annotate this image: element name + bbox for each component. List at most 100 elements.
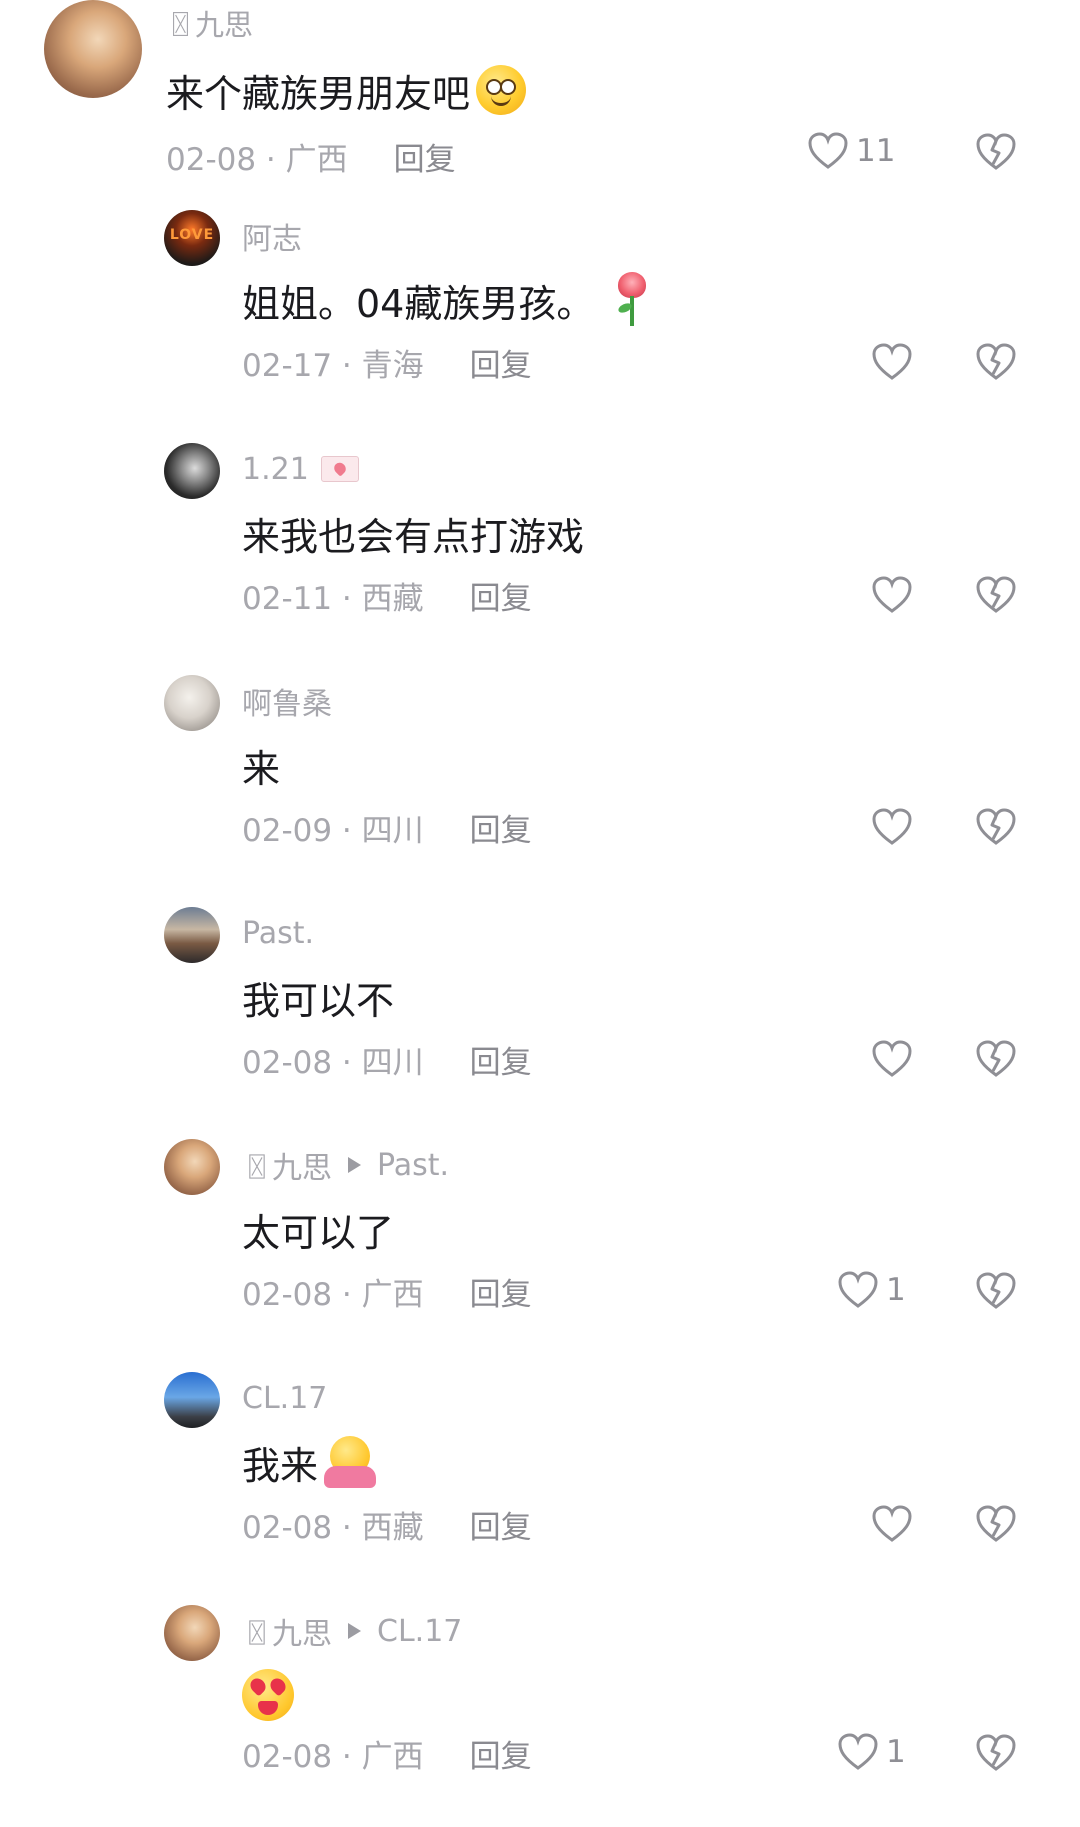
avatar-label: LOVE [169, 226, 215, 243]
reply-item: 1.21 来我也会有点打游戏 02-11 · 西藏 回复 [0, 443, 1080, 643]
like-button[interactable] [872, 808, 920, 846]
broken-heart-icon [976, 1040, 1016, 1078]
dislike-button[interactable] [976, 576, 1016, 616]
like-button[interactable] [872, 1505, 920, 1543]
username[interactable]: 〿九思 [242, 1609, 332, 1653]
comment-text: 姐姐。04藏族男孩。 [242, 281, 595, 326]
broken-heart-icon [976, 1734, 1016, 1772]
reply-button[interactable]: 回复 [470, 1502, 532, 1547]
broken-heart-icon [976, 576, 1016, 614]
reply-item: CL.17 我来 02-08 · 西藏 回复 [0, 1372, 1080, 1572]
reply-arrow-icon [348, 1157, 361, 1173]
username[interactable]: 阿志 [242, 214, 302, 258]
comment-text: 来 [242, 746, 281, 791]
comment-meta: 02-08 · 四川 回复 [242, 1036, 532, 1082]
reply-to-username[interactable]: CL.17 [377, 1614, 462, 1649]
avatar[interactable] [164, 443, 220, 499]
comment-meta: 02-08 · 西藏 回复 [242, 1501, 532, 1547]
reply-arrow-icon [348, 1623, 361, 1639]
like-count: 1 [886, 1734, 906, 1770]
comment-username-row: 1.21 [242, 447, 359, 491]
heart-icon [872, 576, 912, 614]
like-button[interactable] [872, 343, 920, 381]
username[interactable]: CL.17 [242, 1381, 327, 1416]
reply-item: 啊鲁桑 来 02-09 · 四川 回复 [0, 675, 1080, 875]
date-location: 02-08 · 西藏 [242, 1509, 424, 1546]
username[interactable]: 啊鲁桑 [242, 679, 332, 723]
reply-button[interactable]: 回复 [470, 1269, 532, 1314]
comment-text-row: 姐姐。04藏族男孩。 [242, 272, 650, 328]
comment-username-row: 〿九思 [166, 0, 253, 46]
avatar[interactable] [44, 0, 142, 98]
reply-button[interactable]: 回复 [470, 573, 532, 618]
comment-text-row: 我来 [242, 1434, 377, 1490]
reply-button[interactable]: 回复 [394, 134, 456, 179]
date-location: 02-09 · 四川 [242, 812, 424, 849]
dislike-button[interactable] [976, 343, 1016, 383]
love-letter-icon [320, 456, 359, 482]
date-location: 02-08 · 四川 [242, 1044, 424, 1081]
comment-meta: 02-08 · 广西 回复 [242, 1730, 532, 1776]
comment-text: 我来 [242, 1443, 319, 1488]
grinning-squint-emoji [476, 65, 527, 115]
dislike-button[interactable] [976, 808, 1016, 848]
like-button[interactable]: 1 [838, 1271, 906, 1309]
like-button[interactable] [872, 576, 920, 614]
dislike-button[interactable] [976, 1040, 1016, 1080]
reply-button[interactable]: 回复 [470, 1037, 532, 1082]
like-count: 1 [886, 1272, 906, 1308]
reply-to-username[interactable]: Past. [377, 1148, 449, 1183]
reply-item: Past. 我可以不 02-08 · 四川 回复 [0, 907, 1080, 1107]
comment-meta: 02-08 · 广西 回复 [242, 1268, 532, 1314]
comment-username-row: Past. [242, 911, 314, 955]
comment-meta: 02-17 · 青海 回复 [242, 339, 532, 385]
username[interactable]: 〿九思 [242, 1143, 332, 1187]
comment-username-row: 〿九思 CL.17 [242, 1609, 462, 1653]
reply-item: 〿九思 CL.17 02-08 · 广西 回复 1 [0, 1605, 1080, 1815]
avatar[interactable] [164, 675, 220, 731]
heart-icon [838, 1733, 878, 1771]
comment-username-row: 阿志 [242, 214, 302, 258]
date-location: 02-17 · 青海 [242, 347, 424, 384]
comment-text: 太可以了 [242, 1210, 395, 1255]
heart-icon [872, 1040, 912, 1078]
heart-icon [872, 1505, 912, 1543]
hugging-face-emoji [324, 1436, 377, 1488]
heart-eyes-tongue-emoji [242, 1669, 294, 1721]
comment-item: 〿九思 来个藏族男朋友吧 02-08 · 广西 回复 11 [0, 0, 1080, 190]
broken-heart-icon [976, 343, 1016, 381]
like-button[interactable] [872, 1040, 920, 1078]
comment-username-row: 啊鲁桑 [242, 679, 332, 723]
avatar[interactable] [164, 1372, 220, 1428]
dislike-button[interactable] [976, 1505, 1016, 1545]
heart-icon [872, 808, 912, 846]
comment-text: 来我也会有点打游戏 [242, 514, 585, 559]
rose-emoji [600, 272, 650, 328]
date-location: 02-11 · 西藏 [242, 580, 424, 617]
reply-button[interactable]: 回复 [470, 1731, 532, 1776]
avatar[interactable] [164, 907, 220, 963]
comment-meta: 02-11 · 西藏 回复 [242, 572, 532, 618]
reply-button[interactable]: 回复 [470, 805, 532, 850]
comment-text-row [242, 1667, 294, 1723]
dislike-button[interactable] [976, 133, 1016, 173]
comment-username-row: 〿九思 Past. [242, 1143, 449, 1187]
like-button[interactable]: 11 [808, 132, 895, 170]
comment-meta: 02-09 · 四川 回复 [242, 804, 532, 850]
broken-heart-icon [976, 1505, 1016, 1543]
username[interactable]: Past. [242, 916, 314, 951]
dislike-button[interactable] [976, 1734, 1016, 1774]
dislike-button[interactable] [976, 1272, 1016, 1312]
comment-text-row: 我可以不 [242, 969, 394, 1025]
username[interactable]: 〿九思 [166, 2, 253, 44]
broken-heart-icon [976, 808, 1016, 846]
like-count: 11 [856, 133, 896, 169]
like-button[interactable]: 1 [838, 1733, 906, 1771]
avatar[interactable] [164, 1605, 220, 1661]
avatar[interactable]: LOVE [164, 210, 220, 266]
avatar[interactable] [164, 1139, 220, 1195]
comment-meta: 02-08 · 广西 回复 [166, 133, 456, 179]
reply-item: LOVE 阿志 姐姐。04藏族男孩。 02-17 · 青海 回复 [0, 210, 1080, 410]
username[interactable]: 1.21 [242, 452, 309, 487]
reply-button[interactable]: 回复 [470, 340, 532, 385]
